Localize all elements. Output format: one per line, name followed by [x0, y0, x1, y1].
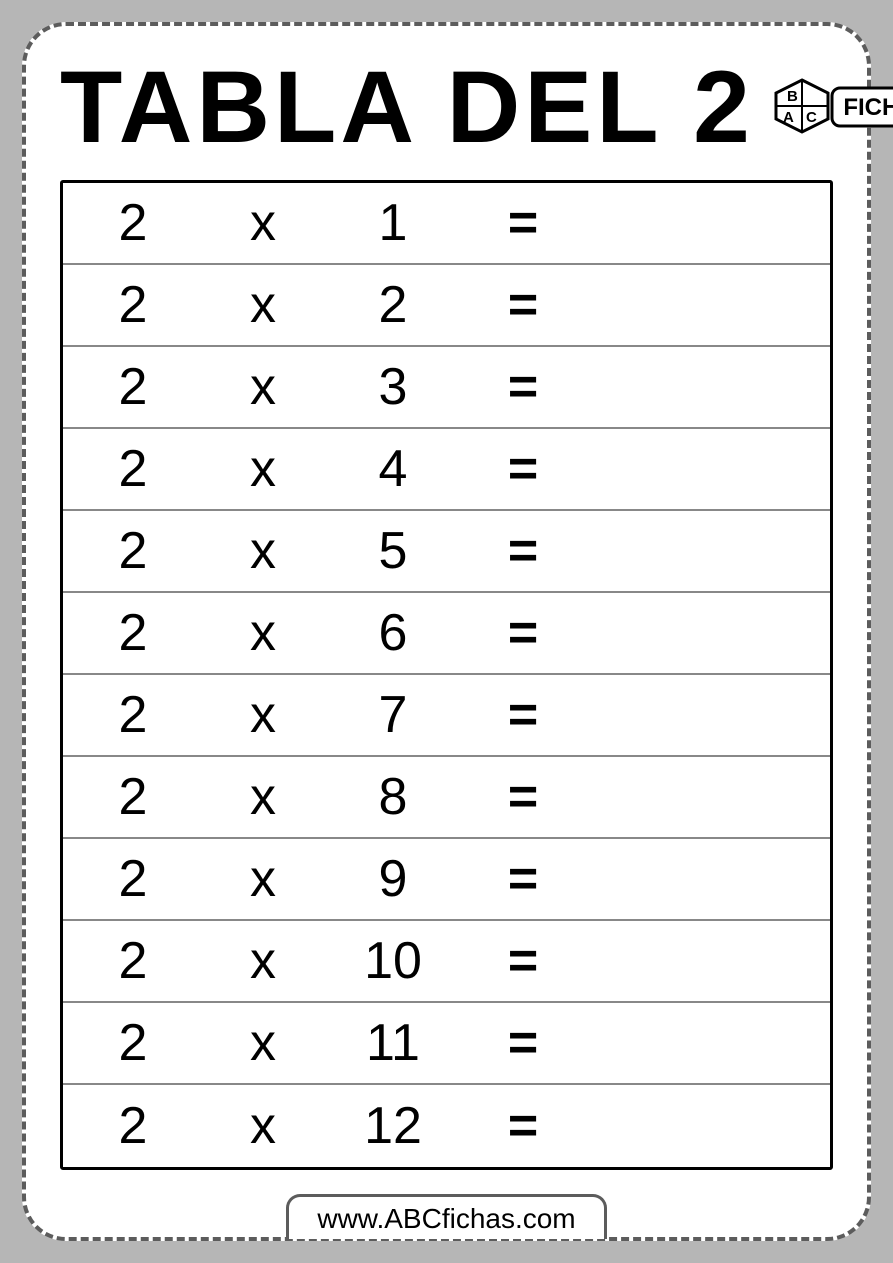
table-row: 2 x 10 =: [63, 921, 830, 1003]
table-row: 2 x 12 =: [63, 1085, 830, 1167]
equals-icon: =: [463, 1013, 583, 1073]
table-row: 2 x 4 =: [63, 429, 830, 511]
times-icon: x: [203, 931, 323, 991]
multiplier: 1: [323, 193, 463, 253]
multiplier: 11: [323, 1013, 463, 1073]
multiplicand: 2: [63, 849, 203, 909]
table-row: 2 x 3 =: [63, 347, 830, 429]
table-row: 2 x 8 =: [63, 757, 830, 839]
multiplicand: 2: [63, 1013, 203, 1073]
multiplicand: 2: [63, 603, 203, 663]
multiplicand: 2: [63, 275, 203, 335]
logo-text: FICHAS: [843, 94, 893, 121]
multiplicand: 2: [63, 193, 203, 253]
times-icon: x: [203, 439, 323, 499]
svg-text:C: C: [806, 109, 817, 126]
equals-icon: =: [463, 275, 583, 335]
times-icon: x: [203, 685, 323, 745]
times-icon: x: [203, 767, 323, 827]
footer-url: www.ABCfichas.com: [286, 1194, 606, 1239]
equals-icon: =: [463, 603, 583, 663]
multiplier: 4: [323, 439, 463, 499]
times-icon: x: [203, 603, 323, 663]
table-row: 2 x 9 =: [63, 839, 830, 921]
table-row: 2 x 1 =: [63, 183, 830, 265]
equals-icon: =: [463, 439, 583, 499]
multiplicand: 2: [63, 1096, 203, 1156]
multiplicand: 2: [63, 767, 203, 827]
multiplier: 7: [323, 685, 463, 745]
multiplication-table: 2 x 1 = 2 x 2 = 2 x 3 = 2 x 4 = 2: [60, 180, 833, 1170]
worksheet-sheet: TABLA DEL 2 B A C FICHAS 2 x 1 =: [22, 22, 871, 1241]
multiplicand: 2: [63, 521, 203, 581]
multiplier: 8: [323, 767, 463, 827]
multiplier: 12: [323, 1096, 463, 1156]
times-icon: x: [203, 275, 323, 335]
abc-fichas-logo: B A C FICHAS: [770, 74, 893, 140]
times-icon: x: [203, 357, 323, 417]
times-icon: x: [203, 849, 323, 909]
multiplicand: 2: [63, 439, 203, 499]
equals-icon: =: [463, 767, 583, 827]
svg-text:B: B: [787, 88, 798, 105]
page-title: TABLA DEL 2: [60, 56, 754, 158]
table-row: 2 x 6 =: [63, 593, 830, 675]
times-icon: x: [203, 193, 323, 253]
equals-icon: =: [463, 521, 583, 581]
multiplier: 2: [323, 275, 463, 335]
multiplier: 5: [323, 521, 463, 581]
times-icon: x: [203, 1096, 323, 1156]
equals-icon: =: [463, 193, 583, 253]
multiplier: 6: [323, 603, 463, 663]
equals-icon: =: [463, 931, 583, 991]
header: TABLA DEL 2 B A C FICHAS: [60, 56, 833, 158]
table-row: 2 x 5 =: [63, 511, 830, 593]
times-icon: x: [203, 1013, 323, 1073]
svg-text:A: A: [783, 109, 794, 126]
table-row: 2 x 2 =: [63, 265, 830, 347]
multiplier: 10: [323, 931, 463, 991]
multiplier: 9: [323, 849, 463, 909]
table-row: 2 x 11 =: [63, 1003, 830, 1085]
multiplicand: 2: [63, 357, 203, 417]
equals-icon: =: [463, 1096, 583, 1156]
equals-icon: =: [463, 685, 583, 745]
multiplicand: 2: [63, 931, 203, 991]
equals-icon: =: [463, 849, 583, 909]
times-icon: x: [203, 521, 323, 581]
footer: www.ABCfichas.com: [26, 1194, 867, 1239]
table-row: 2 x 7 =: [63, 675, 830, 757]
multiplier: 3: [323, 357, 463, 417]
multiplicand: 2: [63, 685, 203, 745]
equals-icon: =: [463, 357, 583, 417]
